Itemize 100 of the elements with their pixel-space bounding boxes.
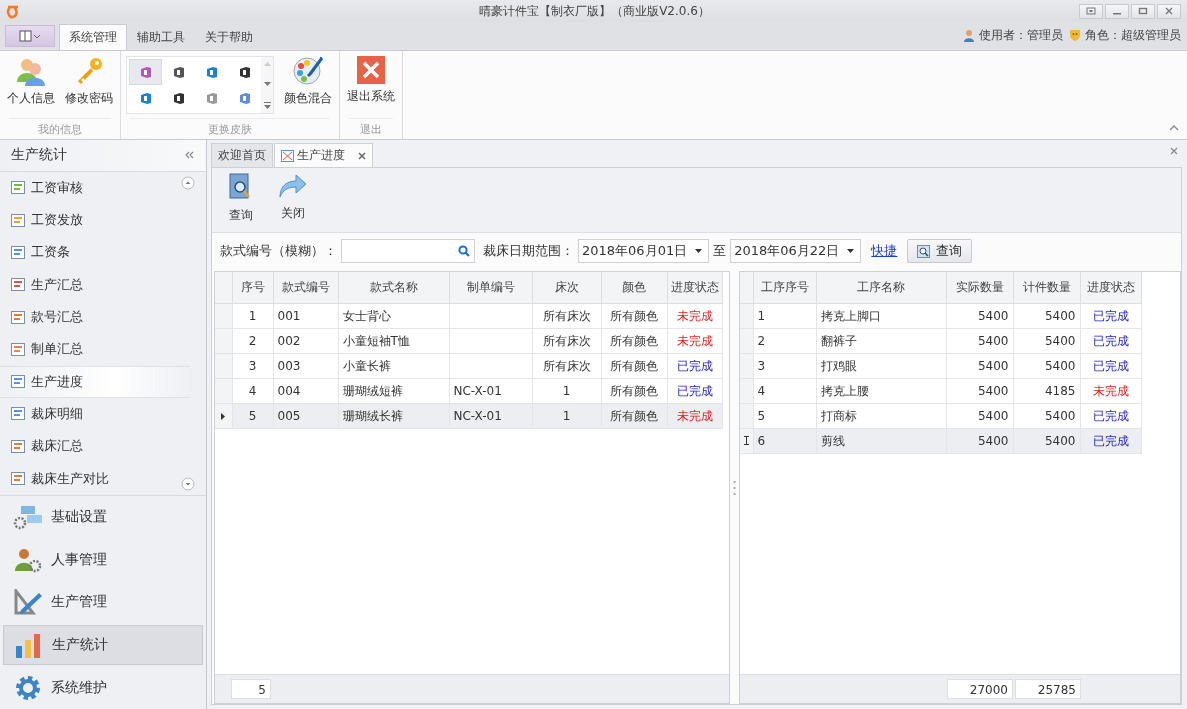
- sidebar-item[interactable]: 工资审核: [0, 171, 190, 205]
- ribbon-tab[interactable]: 关于帮助: [195, 24, 263, 50]
- scroll-down-icon[interactable]: [181, 476, 195, 491]
- ribbon-tab[interactable]: 辅助工具: [127, 24, 195, 50]
- more-icon[interactable]: [263, 102, 271, 109]
- app-menu-button[interactable]: [5, 25, 55, 47]
- minimize-button[interactable]: [1105, 3, 1129, 19]
- table-cell: 3: [753, 353, 816, 379]
- search-icon[interactable]: [458, 245, 470, 257]
- nav-group-button[interactable]: 人事管理: [3, 539, 203, 580]
- table-cell: 小童长裤: [338, 353, 449, 379]
- sidebar-item[interactable]: 工资条: [0, 236, 190, 269]
- office-icon: [238, 91, 251, 105]
- query-button[interactable]: 查询: [907, 239, 973, 263]
- sidebar-item[interactable]: 款号汇总: [0, 300, 190, 334]
- status-cell: 已完成: [1080, 403, 1141, 429]
- ribbon-tab[interactable]: 系统管理: [59, 24, 127, 50]
- splitter-grip-icon[interactable]: [733, 480, 736, 495]
- sidebar-item[interactable]: 生产汇总: [0, 268, 190, 301]
- column-header[interactable]: 实际数量: [946, 272, 1013, 304]
- table-cell: 打商标: [816, 403, 946, 429]
- date-picker[interactable]: 2018年06月01日: [578, 239, 710, 263]
- report-icon: [11, 342, 25, 356]
- status-cell: 已完成: [667, 353, 722, 379]
- column-header[interactable]: 床次: [532, 272, 601, 304]
- maximize-button[interactable]: [1131, 3, 1155, 19]
- fullscreen-button[interactable]: [1079, 3, 1103, 19]
- table-cell: 所有颜色: [601, 353, 667, 379]
- sidebar-item[interactable]: 生产进度: [0, 365, 190, 398]
- profile-button[interactable]: 个人信息: [3, 54, 59, 109]
- role-label: 角色：超级管理员: [1085, 27, 1181, 44]
- sidebar-item[interactable]: 制单汇总: [0, 333, 190, 366]
- document-tab[interactable]: 生产进度: [274, 143, 373, 167]
- column-header[interactable]: 制单编号: [449, 272, 532, 304]
- total-cell: 27000: [947, 679, 1013, 699]
- table-cell: 002: [273, 328, 338, 354]
- search-field[interactable]: [341, 239, 475, 263]
- table-cell: 5400: [1013, 328, 1080, 354]
- nav-group-button[interactable]: 生产管理: [3, 582, 203, 623]
- status-cell: 已完成: [1080, 353, 1141, 379]
- table-cell: 小童短袖T恤: [338, 328, 449, 354]
- close-icon[interactable]: [1170, 147, 1178, 155]
- style-number-label: 款式编号（模糊）：: [220, 242, 337, 260]
- close-icon[interactable]: [358, 151, 366, 160]
- collapse-icon[interactable]: [184, 151, 194, 160]
- table-cell: NC-X-01: [449, 403, 532, 429]
- report-icon: [11, 213, 25, 227]
- nav-group-button[interactable]: 生产统计: [3, 624, 203, 666]
- status-cell: 已完成: [1080, 303, 1141, 329]
- column-header[interactable]: 进度状态: [1080, 272, 1141, 304]
- table-cell: 004: [273, 378, 338, 404]
- settings-icon: [13, 674, 43, 701]
- scroll-up-icon[interactable]: [181, 175, 195, 190]
- sidebar-item[interactable]: 裁床明细: [0, 397, 190, 431]
- column-header[interactable]: 款式编号: [273, 272, 338, 304]
- change-password-button[interactable]: 修改密码: [61, 54, 117, 109]
- table-cell: 打鸡眼: [816, 353, 946, 379]
- status-cell: 未完成: [1080, 378, 1141, 404]
- table-cell: 5400: [946, 353, 1013, 379]
- sidebar-item[interactable]: 裁床汇总: [0, 430, 190, 463]
- row-indicator[interactable]: [215, 403, 232, 429]
- shortcut-link[interactable]: 快捷: [871, 242, 898, 260]
- table-cell: 女士背心: [338, 303, 449, 329]
- table-cell: 珊瑚绒短裤: [338, 378, 449, 404]
- palette-icon: [292, 56, 324, 86]
- column-header[interactable]: 计件数量: [1013, 272, 1080, 304]
- column-header[interactable]: 款式名称: [338, 272, 449, 304]
- close-button[interactable]: [1157, 3, 1181, 19]
- row-indicator[interactable]: [740, 428, 753, 454]
- color-blend-button[interactable]: 颜色混合: [280, 54, 336, 109]
- column-header[interactable]: 工序名称: [816, 272, 946, 304]
- query-button[interactable]: 查询: [222, 170, 260, 232]
- maximize-icon: [1138, 7, 1148, 15]
- table-cell: 001: [273, 303, 338, 329]
- settings-icon: [13, 504, 43, 531]
- sidebar-item[interactable]: 裁床生产对比: [0, 462, 190, 495]
- scroll-down-icon[interactable]: [263, 81, 271, 87]
- document-tab[interactable]: 欢迎首页: [211, 143, 273, 167]
- table-cell: 4: [753, 378, 816, 404]
- exit-button[interactable]: 退出系统: [343, 54, 399, 107]
- column-header[interactable]: 颜色: [601, 272, 667, 304]
- people-icon: [16, 56, 46, 86]
- group-label: 更换皮肤: [208, 121, 252, 137]
- nav-group-button[interactable]: 系统维护: [3, 667, 203, 708]
- close-page-button[interactable]: 关闭: [272, 170, 314, 232]
- sidebar-item[interactable]: 工资发放: [0, 204, 190, 237]
- column-header[interactable]: 工序序号: [753, 272, 816, 304]
- to-label: 至: [713, 242, 727, 260]
- search-icon: [917, 244, 931, 258]
- column-header[interactable]: 序号: [232, 272, 273, 304]
- column-header[interactable]: 进度状态: [667, 272, 722, 304]
- table-cell: NC-X-01: [449, 378, 532, 404]
- shield-icon: [1069, 29, 1081, 42]
- nav-group-button[interactable]: 基础设置: [3, 496, 203, 538]
- arrow-icon: [278, 173, 308, 199]
- date-picker[interactable]: 2018年06月22日: [730, 239, 862, 263]
- dropdown-icon: [695, 249, 703, 253]
- row-count: 5: [231, 679, 271, 699]
- table-cell: 2: [753, 328, 816, 354]
- collapse-ribbon-icon[interactable]: [1169, 124, 1179, 131]
